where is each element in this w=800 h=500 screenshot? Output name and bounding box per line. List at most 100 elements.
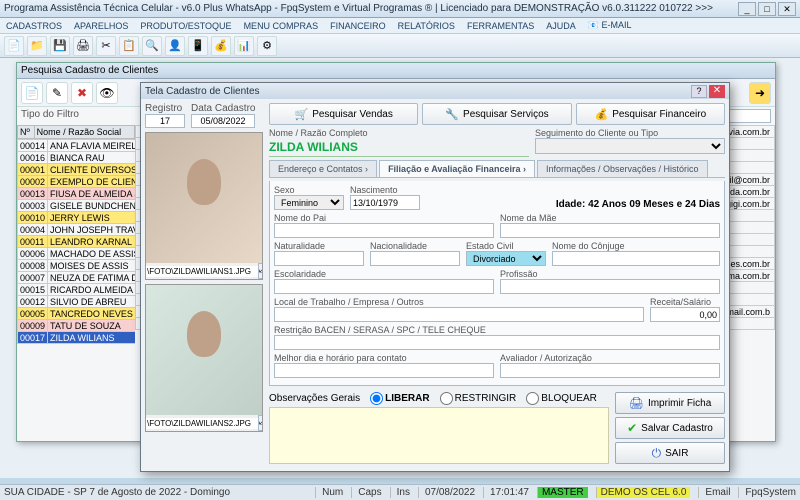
cart-icon: 🛒 [295, 108, 309, 121]
escolaridade-input[interactable] [274, 279, 494, 294]
menu-email[interactable]: 📧 E-MAIL [588, 20, 632, 31]
edit-icon[interactable]: ✎ [46, 82, 68, 104]
mae-input[interactable] [500, 223, 720, 238]
table-row[interactable]: 00013FIUSA DE ALMEIDA JUCA [18, 188, 136, 200]
menu-relatorios[interactable]: RELATÓRIOS [398, 21, 455, 31]
nacionalidade-label: Nacionalidade [370, 241, 460, 251]
table-row[interactable]: 00005TANCREDO NEVES [18, 308, 136, 320]
melhor-dia-label: Melhor dia e horário para contato [274, 353, 494, 363]
registro-input[interactable] [145, 114, 185, 128]
tool-icon[interactable]: 📋 [119, 36, 139, 56]
view-icon[interactable]: 👁 [96, 82, 118, 104]
go-icon[interactable]: ➜ [749, 82, 771, 104]
client-grid[interactable]: NºNome / Razão Social [17, 125, 135, 139]
menu-produto[interactable]: PRODUTO/ESTOQUE [140, 21, 231, 31]
melhor-dia-input[interactable] [274, 363, 494, 378]
help-button[interactable]: ? [691, 85, 707, 98]
escolaridade-label: Escolaridade [274, 269, 494, 279]
maximize-button[interactable]: □ [758, 2, 776, 16]
table-row[interactable]: 00017ZILDA WILIANS [18, 332, 136, 344]
pai-input[interactable] [274, 223, 494, 238]
table-row[interactable]: 00006MACHADO DE ASSIS [18, 248, 136, 260]
tool-icon[interactable]: 📄 [4, 36, 24, 56]
menubar: CADASTROS APARELHOS PRODUTO/ESTOQUE MENU… [0, 18, 800, 34]
delete-icon[interactable]: ✖ [71, 82, 93, 104]
table-row[interactable]: 00003GISELE BUNDCHEN [18, 200, 136, 212]
col-num[interactable]: Nº [18, 126, 35, 139]
tab-filiacao[interactable]: Filiação e Avaliação Financeira › [379, 160, 535, 177]
tool-icon[interactable]: 📁 [27, 36, 47, 56]
table-row[interactable]: 00001CLIENTE DIVERSOS [18, 164, 136, 176]
new-icon[interactable]: 📄 [21, 82, 43, 104]
radio-bloquear[interactable]: BLOQUEAR [526, 392, 597, 405]
radio-liberar[interactable]: LIBERAR [370, 392, 429, 405]
observacoes-textarea[interactable] [269, 407, 609, 464]
estado-civil-label: Estado Civil [466, 241, 546, 251]
table-row[interactable]: 00009TATU DE SOUZA [18, 320, 136, 332]
photo2-expand-icon[interactable]: ⤢ [258, 415, 263, 431]
radio-restringir[interactable]: RESTRINGIR [440, 392, 517, 405]
imprimir-button[interactable]: 🖨Imprimir Ficha [615, 392, 725, 414]
status-sys: FpqSystem [738, 487, 796, 498]
table-row[interactable]: 00011LEANDRO KARNAL [18, 236, 136, 248]
tool-icon[interactable]: 📊 [234, 36, 254, 56]
tool-icon[interactable]: 👤 [165, 36, 185, 56]
restricao-input[interactable] [274, 335, 720, 350]
coins-icon: 💰 [595, 108, 609, 121]
nacionalidade-input[interactable] [370, 251, 460, 266]
menu-ferramentas[interactable]: FERRAMENTAS [467, 21, 534, 31]
conjuge-input[interactable] [552, 251, 720, 266]
tab-endereco[interactable]: Endereço e Contatos › [269, 160, 377, 177]
table-row[interactable]: 00016BIANCA RAU [18, 152, 136, 164]
salario-input[interactable] [650, 307, 720, 322]
menu-financeiro[interactable]: FINANCEIRO [330, 21, 386, 31]
pesquisar-financeiro-button[interactable]: 💰Pesquisar Financeiro [576, 103, 725, 125]
tab-informacoes[interactable]: Informações / Observações / Histórico [537, 160, 708, 177]
photo-2: ⤢ 🔍 [145, 284, 263, 432]
table-row[interactable]: 00012SILVIO DE ABREU [18, 296, 136, 308]
table-row[interactable]: 00014ANA FLAVIA MEIRELLES [18, 140, 136, 152]
close-button[interactable]: ✕ [778, 2, 796, 16]
table-row[interactable]: 00010JERRY LEWIS [18, 212, 136, 224]
tool-icon[interactable]: 💰 [211, 36, 231, 56]
nascimento-input[interactable] [350, 195, 420, 210]
pesquisar-servicos-button[interactable]: 🔧Pesquisar Serviços [422, 103, 571, 125]
menu-compras[interactable]: MENU COMPRAS [244, 21, 319, 31]
naturalidade-input[interactable] [274, 251, 364, 266]
tool-icon[interactable]: 🔍 [142, 36, 162, 56]
photo1-expand-icon[interactable]: ⤢ [258, 263, 263, 279]
close-button[interactable]: ✕ [709, 85, 725, 98]
table-row[interactable]: 00004JOHN JOSEPH TRAVOLTA [18, 224, 136, 236]
table-row[interactable]: 00008MOISES DE ASSIS [18, 260, 136, 272]
estado-civil-select[interactable]: Divorciado [466, 251, 546, 266]
pesquisar-vendas-button[interactable]: 🛒Pesquisar Vendas [269, 103, 418, 125]
search-window-title: Pesquisa Cadastro de Clientes [21, 65, 158, 76]
menu-aparelhos[interactable]: APARELHOS [74, 21, 128, 31]
tool-icon[interactable]: 🖨 [73, 36, 93, 56]
tool-icon[interactable]: 📱 [188, 36, 208, 56]
photo2-path[interactable] [146, 418, 258, 429]
seguimento-select[interactable] [535, 138, 725, 154]
data-cadastro-input[interactable] [191, 114, 255, 128]
pai-label: Nome do Pai [274, 213, 494, 223]
table-row[interactable]: 00002EXEMPLO DE CLIENTE [18, 176, 136, 188]
tool-icon[interactable]: ⚙ [257, 36, 277, 56]
trabalho-input[interactable] [274, 307, 644, 322]
profissao-input[interactable] [500, 279, 720, 294]
menu-cadastros[interactable]: CADASTROS [6, 21, 62, 31]
salvar-button[interactable]: ✔Salvar Cadastro [615, 417, 725, 439]
avaliador-label: Avaliador / Autorização [500, 353, 720, 363]
table-row[interactable]: 00015RICARDO ALMEIDA [18, 284, 136, 296]
tool-icon[interactable]: 💾 [50, 36, 70, 56]
minimize-button[interactable]: _ [738, 2, 756, 16]
statusbar: SUA CIDADE - SP 7 de Agosto de 2022 - Do… [0, 484, 800, 500]
photo1-path[interactable] [146, 266, 258, 277]
tool-icon[interactable]: ✂ [96, 36, 116, 56]
table-row[interactable]: 00007NEUZA DE FATIMA DA SIL [18, 272, 136, 284]
avaliador-input[interactable] [500, 363, 720, 378]
status-num: Num [315, 487, 343, 498]
col-nome[interactable]: Nome / Razão Social [34, 126, 134, 139]
sexo-select[interactable]: Feminino [274, 195, 344, 210]
sair-button[interactable]: ⏻SAIR [615, 442, 725, 464]
menu-ajuda[interactable]: AJUDA [546, 21, 576, 31]
